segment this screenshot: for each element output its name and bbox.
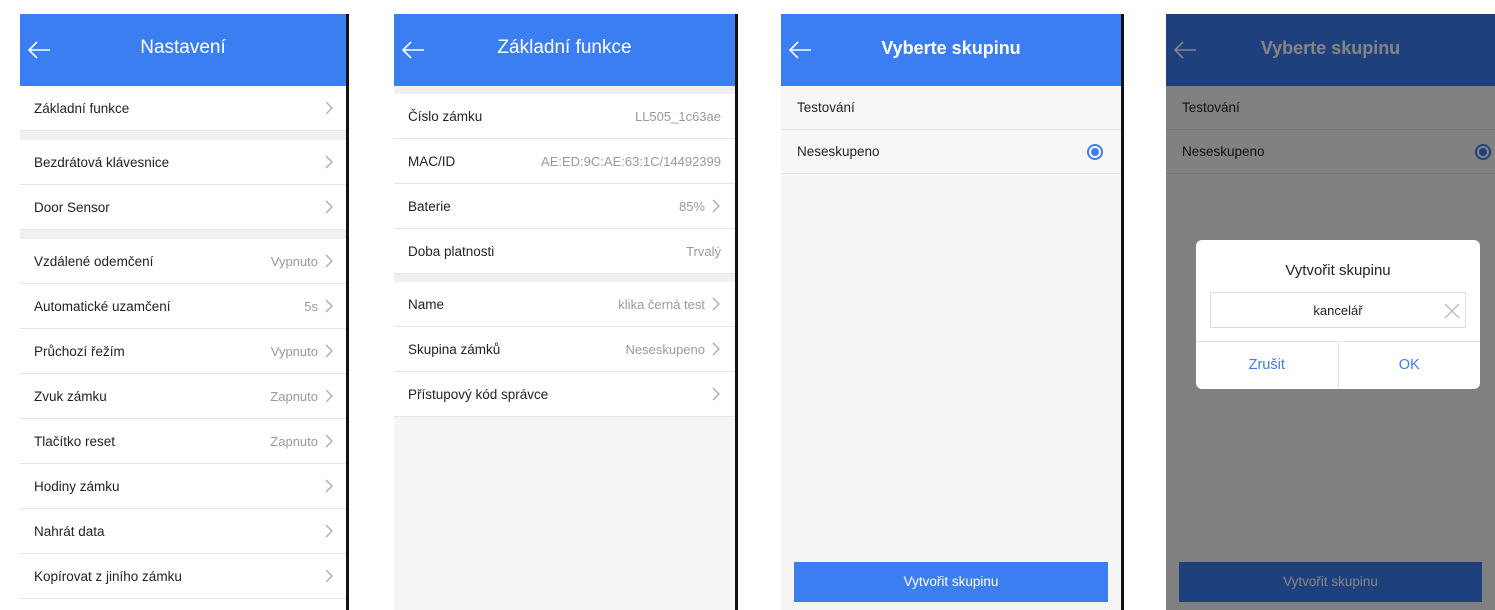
dialog-title: Vytvořit skupinu [1285,262,1391,279]
row-label: Bezdrátová klávesnice [34,154,170,170]
group-label: Testování [797,100,855,115]
group-label: Neseskupeno [797,144,880,159]
chevron-right-icon [712,297,720,311]
chevron-right-icon [325,200,333,214]
page-title: Nastavení [140,37,226,58]
settings-screen: Nastavení Základní funkce Bezdrátová klá… [20,14,346,610]
settings-row-door-sensor[interactable]: Door Sensor [20,185,346,230]
settings-app-bar: Nastavení [20,14,346,86]
settings-row-passage-mode[interactable]: Průchozí řežím Vypnuto [20,329,346,374]
row-label: Door Sensor [34,199,110,215]
row-label: Zvuk zámku [34,388,107,404]
settings-row-reset-button[interactable]: Tlačítko reset Zapnuto [20,419,346,464]
row-value: Trvalý [686,243,721,259]
chevron-right-icon [712,387,720,401]
info-row-admin-passcode[interactable]: Přístupový kód správce [394,372,735,417]
info-row-mac-id: MAC/ID AE:ED:9C:AE:63:1C/14492399 [394,139,735,184]
row-value: Zapnuto [270,388,318,404]
group-option-neseskupeno[interactable]: Neseskupeno [781,130,1121,174]
chevron-right-icon [712,199,720,213]
info-row-battery[interactable]: Baterie 85% [394,184,735,229]
row-value: 85% [678,198,705,214]
row-label: MAC/ID [408,153,456,169]
chevron-right-icon [712,342,720,356]
row-label: Hodiny zámku [34,478,120,494]
section-gap [394,86,735,94]
screenshot-divider [735,14,738,610]
radio-selected-icon[interactable] [1087,143,1103,160]
row-value: Vypnuto [270,343,318,359]
row-label: Doba platnosti [408,243,495,259]
settings-row-lock-clock[interactable]: Hodiny zámku [20,464,346,509]
chevron-right-icon [325,389,333,403]
clear-icon[interactable] [1443,302,1461,320]
screenshot-divider [1121,14,1124,610]
row-label: Základní funkce [34,100,130,116]
page-title: Základní funkce [497,37,632,58]
settings-row-copy-from-lock[interactable]: Kopírovat z jiního zámku [20,554,346,599]
chevron-right-icon [325,155,333,169]
create-group-button[interactable]: Vytvořit skupinu [794,562,1108,602]
group-name-value: kancelář [1313,303,1363,318]
screenshot-divider [346,14,349,610]
chevron-right-icon [325,299,333,313]
chevron-right-icon [325,569,333,583]
section-gap [20,230,346,239]
chevron-right-icon [325,524,333,538]
row-label: Vzdálené odemčení [34,253,154,269]
row-label: Nahrát data [34,523,105,539]
settings-row-lock-sound[interactable]: Zvuk zámku Zapnuto [20,374,346,419]
chevron-right-icon [325,344,333,358]
row-value: 5s [304,298,318,314]
settings-row-remote-unlock[interactable]: Vzdálené odemčení Vypnuto [20,239,346,284]
row-label: Baterie [408,198,451,214]
settings-row-upload-data[interactable]: Nahrát data [20,509,346,554]
basic-functions-screen: Základní funkce Číslo zámku LL505_1c63ae… [394,14,735,610]
page-title: Vyberte skupinu [881,38,1021,58]
info-row-validity: Doba platnosti Trvalý [394,229,735,274]
row-label: Automatické uzamčení [34,298,171,314]
row-label: Číslo zámku [408,108,483,124]
create-group-dialog: Vytvořit skupinu kancelář Zrušit OK [1196,240,1480,389]
select-group-screen: Vyberte skupinu Testování Neseskupeno Vy… [781,14,1121,610]
row-label: Přístupový kód správce [408,386,549,402]
row-value: AE:ED:9C:AE:63:1C/14492399 [541,153,721,169]
select-group-dialog-screen: Vyberte skupinu Testování Neseskupeno Vy… [1166,14,1495,610]
settings-row-auto-lock[interactable]: Automatické uzamčení 5s [20,284,346,329]
row-label: Name [408,296,445,312]
section-gap [394,274,735,282]
cancel-button[interactable]: Zrušit [1196,342,1338,389]
row-label: Skupina zámků [408,341,501,357]
ok-button[interactable]: OK [1337,342,1481,389]
chevron-right-icon [325,434,333,448]
section-gap [20,131,346,140]
row-value: Zapnuto [270,433,318,449]
dialog-buttons: Zrušit OK [1196,341,1480,389]
info-row-lock-number: Číslo zámku LL505_1c63ae [394,94,735,139]
info-row-name[interactable]: Name klika černá test [394,282,735,327]
settings-row-basic-functions[interactable]: Základní funkce [20,86,346,131]
row-value: LL505_1c63ae [634,108,721,124]
info-row-lock-group[interactable]: Skupina zámků Neseskupeno [394,327,735,372]
group-option-testovani[interactable]: Testování [781,86,1121,130]
chevron-right-icon [325,479,333,493]
row-label: Kopírovat z jiního zámku [34,568,182,584]
row-label: Tlačítko reset [34,433,116,449]
row-value: Neseskupeno [625,341,706,357]
select-group-app-bar: Vyberte skupinu [781,14,1121,86]
row-label: Průchozí řežím [34,343,125,359]
row-value: Vypnuto [270,253,318,269]
basic-functions-app-bar: Základní funkce [394,14,735,86]
chevron-right-icon [325,101,333,115]
chevron-right-icon [325,254,333,268]
settings-row-wireless-keypad[interactable]: Bezdrátová klávesnice [20,140,346,185]
group-name-input[interactable]: kancelář [1210,292,1466,328]
row-value: klika černá test [618,296,705,312]
